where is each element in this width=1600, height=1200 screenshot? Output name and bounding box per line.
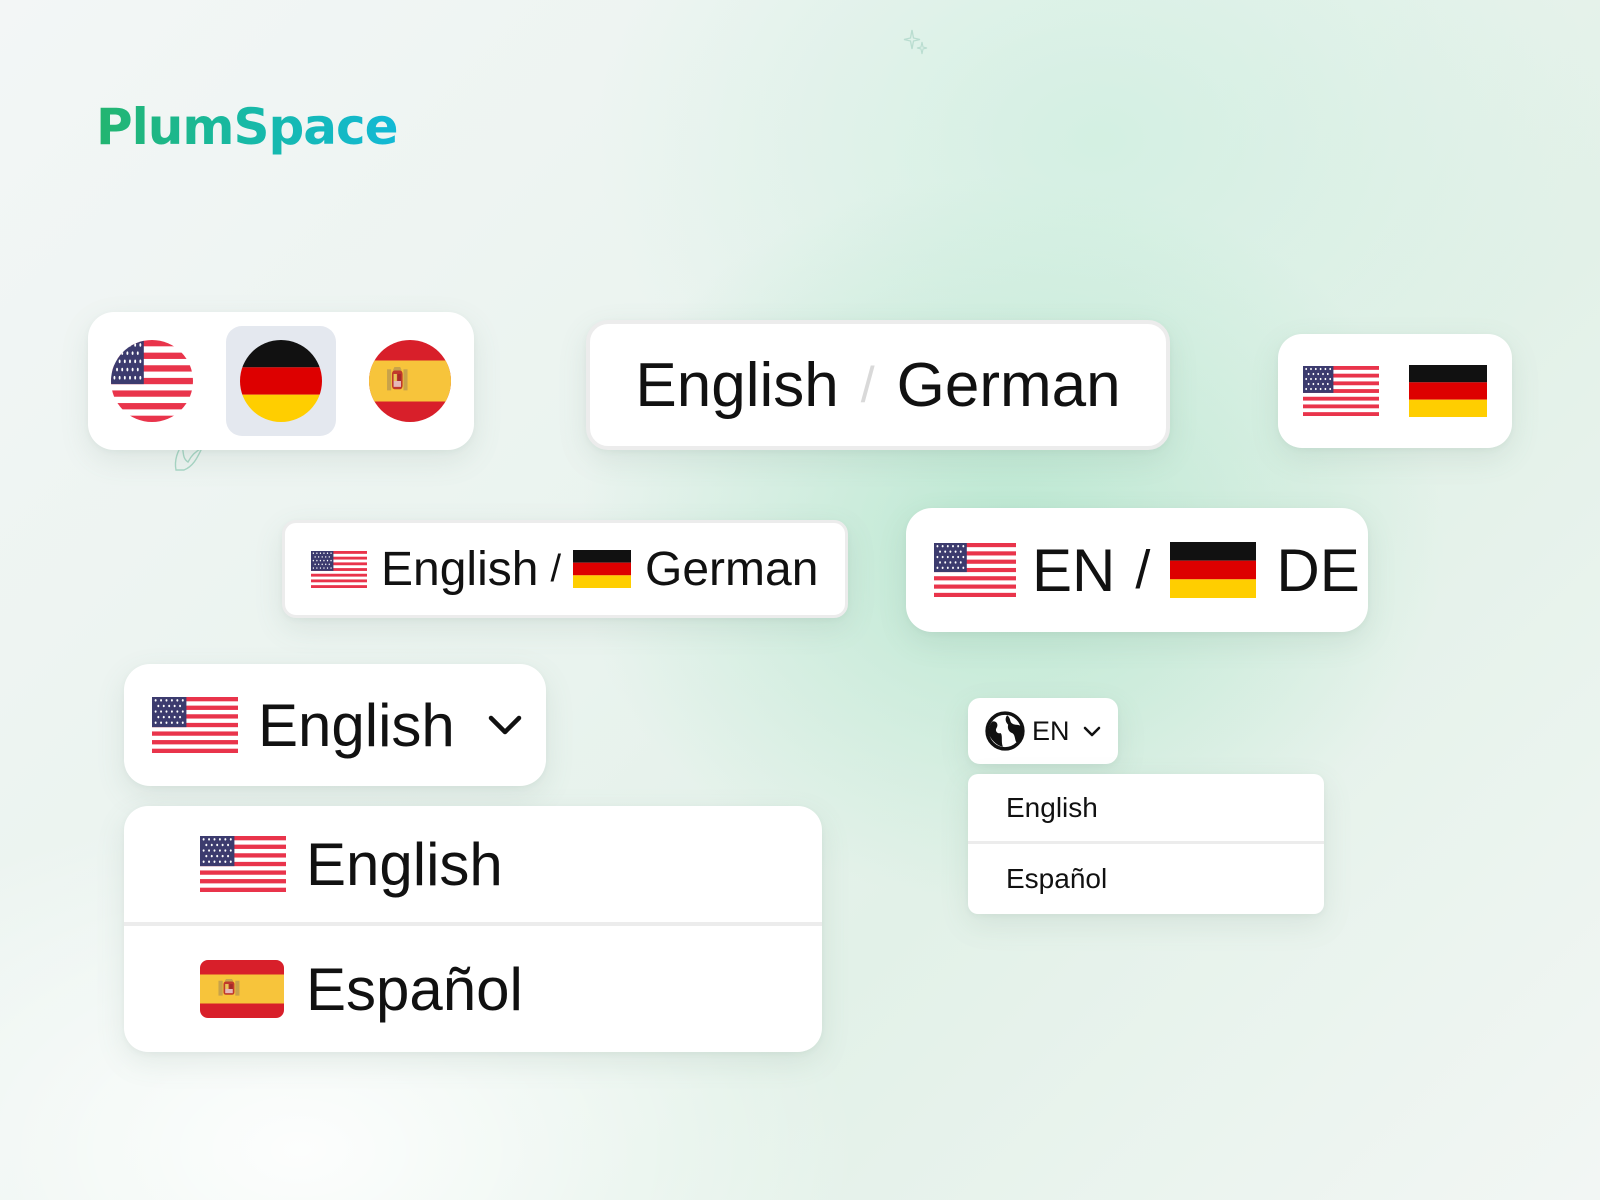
flag-us-icon xyxy=(200,836,286,892)
option-de[interactable]: DE xyxy=(1276,536,1359,605)
code-toggle: EN / DE xyxy=(906,508,1368,632)
language-dropdown-trigger[interactable]: English xyxy=(124,664,546,786)
flag-es-icon xyxy=(200,960,284,1018)
flag-us-icon xyxy=(311,550,367,588)
brand-name: PlumSpace xyxy=(96,98,399,156)
chevron-down-icon xyxy=(1083,726,1100,737)
separator: / xyxy=(860,357,875,413)
dropdown-option-english[interactable]: English xyxy=(124,806,822,926)
option-english[interactable]: English xyxy=(635,350,838,421)
sparkle-icon xyxy=(903,29,928,55)
flag-us-icon[interactable] xyxy=(111,340,193,422)
brand-logo: PlumSpace xyxy=(96,92,399,162)
round-flag-switcher xyxy=(88,312,474,450)
option-label: English xyxy=(306,830,503,898)
separator: / xyxy=(550,547,561,590)
option-label: English xyxy=(1006,791,1098,823)
compact-option-espanol[interactable]: Español xyxy=(968,844,1324,914)
flag-de-icon xyxy=(573,550,631,588)
flag-es-icon[interactable] xyxy=(369,340,451,422)
flag-us-icon[interactable] xyxy=(1303,366,1379,416)
option-german[interactable]: German xyxy=(645,542,818,597)
option-english[interactable]: English xyxy=(381,542,538,597)
option-german[interactable]: German xyxy=(897,350,1121,421)
option-en[interactable]: EN xyxy=(1032,536,1115,605)
text-language-toggle: English / German xyxy=(586,320,1170,450)
flag-de-icon[interactable] xyxy=(240,340,322,422)
flag-us-icon xyxy=(934,543,1016,597)
compact-language-menu: English Español xyxy=(968,774,1324,914)
selected-language-code: EN xyxy=(1032,715,1070,746)
language-dropdown-menu: English Español xyxy=(124,806,822,1052)
selected-language: English xyxy=(258,691,455,759)
flag-de-icon[interactable] xyxy=(1409,365,1487,417)
flag-toggle xyxy=(1278,334,1512,448)
flag-text-toggle: English / German xyxy=(282,520,848,618)
option-label: Español xyxy=(306,955,523,1023)
compact-option-english[interactable]: English xyxy=(968,774,1324,844)
flag-us-icon xyxy=(152,697,238,753)
compact-language-trigger[interactable]: EN xyxy=(968,698,1118,764)
separator: / xyxy=(1135,540,1151,600)
flag-de-icon xyxy=(1170,542,1257,598)
chevron-down-icon[interactable] xyxy=(485,705,525,745)
dropdown-option-espanol[interactable]: Español xyxy=(124,926,822,1052)
globe-icon xyxy=(985,711,1025,751)
option-label: Español xyxy=(1006,863,1108,894)
